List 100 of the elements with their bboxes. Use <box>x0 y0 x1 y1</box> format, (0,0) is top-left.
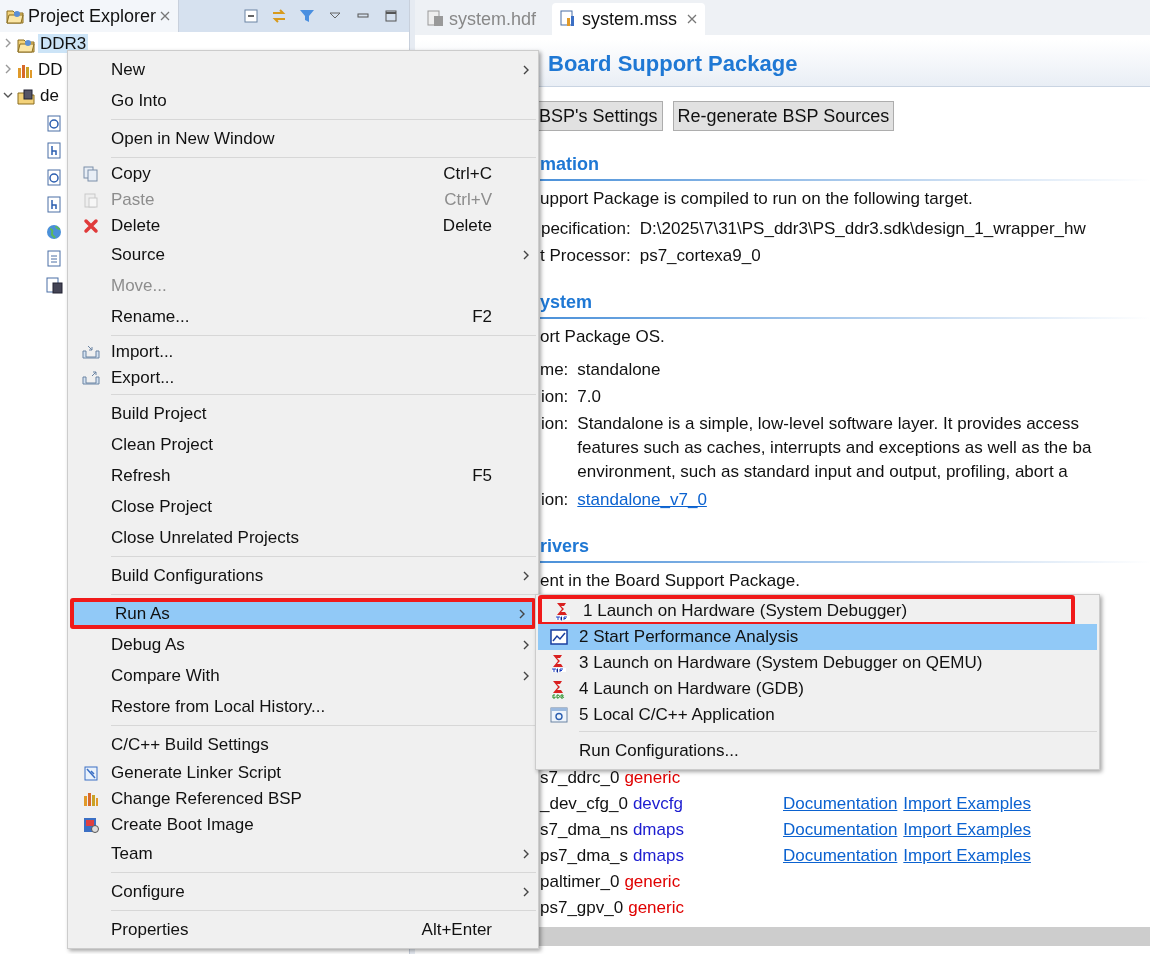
filter-icon[interactable] <box>299 8 315 24</box>
menu-item[interactable]: Go Into <box>70 85 536 116</box>
menu-item[interactable]: Configure <box>70 876 536 907</box>
driver-name: ps7_dma_s <box>540 846 628 866</box>
tree-item[interactable]: de <box>38 86 61 105</box>
maximize-icon[interactable] <box>383 8 399 24</box>
view-tab[interactable]: Project Explorer <box>0 0 180 32</box>
menu-item[interactable]: Team <box>70 838 536 869</box>
section-text: ent in the Board Support Package. <box>540 570 801 592</box>
driver-name: s7_dma_ns <box>540 820 628 840</box>
shortcut-label: F5 <box>472 464 493 487</box>
driver-name: s7_ddrc_0 <box>540 768 620 788</box>
import-icon <box>81 345 100 359</box>
section-heading: ystem <box>540 291 1150 319</box>
menu-item[interactable]: Import... <box>70 339 536 365</box>
menu-item[interactable]: Restore from Local History... <box>70 691 536 722</box>
chip-file-icon <box>46 276 64 295</box>
close-icon <box>687 14 698 24</box>
tcf-icon <box>549 653 568 673</box>
link[interactable]: Documentation <box>783 817 898 843</box>
menu-item[interactable]: Run Configurations... <box>538 735 1097 766</box>
menu-item[interactable]: 5 Local C/C++ Application <box>538 702 1097 728</box>
driver-name: paltimer_0 <box>540 872 620 892</box>
shortcut-label: Ctrl+C <box>443 163 493 186</box>
menu-item[interactable]: Delete Delete <box>70 213 536 239</box>
field-label: t Processor: <box>540 245 631 267</box>
field-value: Standalone is a simple, low-level software layer. It provides access features such as caches, interrupts and exceptions as well as the ba environment, such as standard input and output, profiling, abort a <box>577 413 1093 483</box>
field-value: standalone <box>577 359 662 381</box>
field-value: D:\2025\7\31\PS_ddr3\PS_ddr3.sdk\design_1_wrapper_hw <box>639 218 1087 240</box>
shortcut-label: F2 <box>472 305 493 328</box>
menu-item[interactable]: 4 Launch on Hardware (GDB) <box>538 676 1097 702</box>
chart-icon <box>549 629 568 645</box>
driver-type: generic <box>624 872 681 892</box>
menu-item[interactable]: Build Configurations <box>70 560 536 591</box>
section-text: ort Package OS. <box>540 326 666 348</box>
menu-item[interactable]: Debug As <box>70 629 536 660</box>
link[interactable]: Documentation <box>783 843 898 869</box>
menu-item[interactable]: New <box>70 54 536 85</box>
link[interactable]: Import Examples <box>903 791 1031 817</box>
link[interactable]: Import Examples <box>903 843 1031 869</box>
globe-icon <box>46 223 62 240</box>
close-icon[interactable] <box>160 11 171 21</box>
field-label: ion: <box>540 489 569 511</box>
link-editor-icon[interactable] <box>271 8 287 24</box>
menu-item[interactable]: Open in New Window <box>70 123 536 154</box>
paste-icon <box>82 192 99 208</box>
delete-icon <box>82 218 99 234</box>
menu-item[interactable]: Refresh F5 <box>70 460 536 491</box>
tcf-icon <box>553 600 572 621</box>
c-window-icon <box>549 707 568 723</box>
field-label: pecification: <box>540 218 631 240</box>
bars-icon <box>82 791 99 807</box>
field-label: ion: <box>540 413 569 435</box>
editor-tab[interactable]: system.mss <box>552 3 706 35</box>
c-file-icon <box>46 169 62 186</box>
menu-item[interactable]: Close Unrelated Projects <box>70 522 536 553</box>
copy-icon <box>82 166 99 182</box>
menu-item[interactable]: Source <box>70 239 536 270</box>
driver-type: devcfg <box>632 794 683 814</box>
c-file-icon <box>46 115 62 132</box>
script-icon <box>82 765 99 781</box>
menu-item[interactable]: Compare With <box>70 660 536 691</box>
section-heading: mation <box>540 153 1150 181</box>
menu-item[interactable]: Generate Linker Script <box>70 760 536 786</box>
menu-item[interactable]: Clean Project <box>70 429 536 460</box>
export-icon <box>81 371 100 385</box>
link[interactable]: Documentation <box>783 791 898 817</box>
menu-item[interactable]: Build Project <box>70 398 536 429</box>
field-label: ion: <box>540 386 569 408</box>
document-icon <box>46 250 62 267</box>
menu-item[interactable]: Run As <box>70 598 536 629</box>
folder-icon <box>6 8 24 24</box>
driver-name: ps7_gpv_0 <box>540 898 624 918</box>
menu-item[interactable]: 3 Launch on Hardware (System Debugger on QEMU) <box>538 650 1097 676</box>
field-value: ps7_cortexa9_0 <box>639 245 762 267</box>
menu-item[interactable]: Export... <box>70 365 536 391</box>
menu-item[interactable]: Properties Alt+Enter <box>70 914 536 945</box>
h-file-icon <box>46 142 62 159</box>
link[interactable]: standalone_v7_0 <box>577 490 707 509</box>
section-heading: rivers <box>540 535 1150 563</box>
menu-item[interactable]: Change Referenced BSP <box>70 786 536 812</box>
tree-item[interactable]: DD <box>36 60 65 79</box>
driver-type: generic <box>628 898 684 918</box>
menu-item[interactable]: 2 Start Performance Analysis <box>538 624 1097 650</box>
bars-icon <box>17 63 33 79</box>
collapse-all-icon[interactable] <box>243 8 259 24</box>
menu-item[interactable]: Create Boot Image <box>70 812 536 838</box>
menu-item[interactable]: Rename... F2 <box>70 301 536 332</box>
folder-icon <box>17 89 35 105</box>
driver-type: dmaps <box>632 846 684 866</box>
tree-item[interactable]: DDR3 <box>38 34 89 53</box>
link[interactable]: Import Examples <box>903 817 1031 843</box>
h-file-icon <box>46 196 62 213</box>
driver-type: generic <box>624 768 681 788</box>
shortcut-label: Delete <box>442 215 493 238</box>
action-button[interactable]: Re-generate BSP Sources <box>672 101 895 131</box>
menu-item[interactable]: Close Project <box>70 491 536 522</box>
menu-item[interactable]: C/C++ Build Settings <box>70 729 536 760</box>
folder-icon <box>17 37 35 53</box>
menu-item[interactable]: Copy Ctrl+C <box>70 161 536 187</box>
